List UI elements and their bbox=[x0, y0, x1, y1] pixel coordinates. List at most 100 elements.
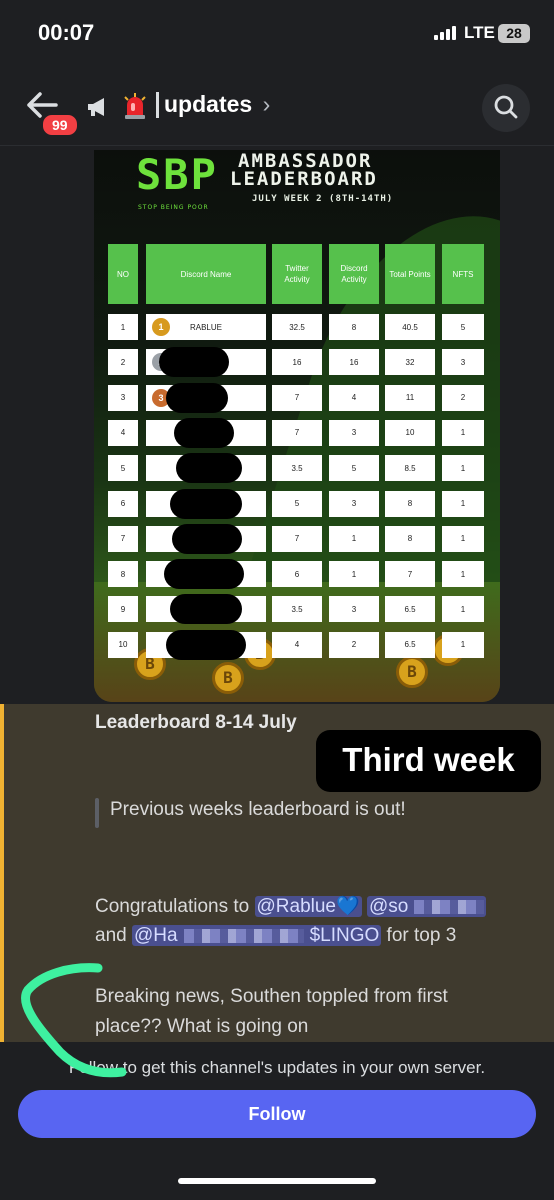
table-header-col-twitter: Twitter Activity bbox=[272, 244, 322, 304]
sbp-logo: SBP bbox=[136, 150, 218, 199]
news-line-1: Breaking news, Southen toppled from firs… bbox=[95, 986, 448, 1007]
table-cell-total: 11 bbox=[385, 384, 435, 411]
table-cell-discord: 1 bbox=[329, 525, 379, 552]
table-cell-no: 10 bbox=[108, 631, 138, 658]
table-cell-nfts: 1 bbox=[442, 419, 484, 446]
table-cell-nfts: 1 bbox=[442, 525, 484, 552]
search-button[interactable] bbox=[482, 84, 530, 132]
megaphone-icon bbox=[88, 98, 104, 116]
mention-ha[interactable]: @Ha $LINGO bbox=[131, 925, 382, 946]
redacted-name bbox=[413, 899, 484, 914]
status-bar: 00:07 LTE 28 bbox=[0, 0, 554, 70]
table-cell-discord: 8 bbox=[329, 314, 379, 340]
table-header-col-discord: Discord Activity bbox=[329, 244, 379, 304]
table-cell-nfts: 1 bbox=[442, 490, 484, 517]
follow-button[interactable]: Follow bbox=[18, 1090, 536, 1138]
redaction-mark bbox=[166, 629, 246, 660]
mention-rablue[interactable]: @Rablue💙 bbox=[254, 896, 362, 917]
table-header-col-discord-name: Discord Name bbox=[146, 244, 266, 304]
congrats-line: Congratulations to @Rablue💙 @so bbox=[95, 894, 486, 918]
redaction-mark bbox=[176, 453, 242, 484]
table-cell-no: 5 bbox=[108, 455, 138, 482]
battery-icon: 28 bbox=[498, 24, 530, 43]
table-cell-nfts: 1 bbox=[442, 561, 484, 588]
table-cell-twitter: 4 bbox=[272, 631, 322, 658]
channel-header: 99 updates › bbox=[0, 70, 554, 146]
table-cell-nfts: 2 bbox=[442, 384, 484, 411]
mention-ha-text: @Ha bbox=[133, 925, 178, 946]
table-cell-total: 8 bbox=[385, 525, 435, 552]
table-cell-total: 8.5 bbox=[385, 455, 435, 482]
redaction-mark bbox=[166, 382, 228, 413]
chevron-right-icon: › bbox=[262, 91, 271, 117]
siren-icon bbox=[124, 93, 146, 119]
table-cell-no: 8 bbox=[108, 561, 138, 588]
table-cell-nfts: 5 bbox=[442, 314, 484, 340]
table-cell-no: 4 bbox=[108, 419, 138, 446]
follow-description: Follow to get this channel's updates in … bbox=[68, 1058, 486, 1077]
table-cell-no: 9 bbox=[108, 596, 138, 623]
table-cell-no: 3 bbox=[108, 384, 138, 411]
table-cell-no: 2 bbox=[108, 349, 138, 376]
sbp-tagline: STOP BEING POOR bbox=[138, 204, 209, 211]
table-cell-nfts: 1 bbox=[442, 455, 484, 482]
leaderboard-image[interactable]: B B B B B SBP STOP BEING POOR AMBASSADOR… bbox=[94, 150, 500, 702]
table-cell-discord: 3 bbox=[329, 419, 379, 446]
mention-so[interactable]: @so bbox=[366, 896, 486, 917]
message-title: Leaderboard 8-14 July bbox=[95, 712, 297, 733]
table-cell-total: 10 bbox=[385, 419, 435, 446]
table-cell-discord: 16 bbox=[329, 349, 379, 376]
table-cell-total: 7 bbox=[385, 561, 435, 588]
table-cell-twitter: 3.5 bbox=[272, 596, 322, 623]
table-cell-no: 7 bbox=[108, 525, 138, 552]
congrats-line-2: and @Ha $LINGO for top 3 bbox=[95, 925, 456, 947]
poster-week: JULY WEEK 2 (8TH-14TH) bbox=[252, 194, 394, 204]
table-cell-nfts: 1 bbox=[442, 631, 484, 658]
divider bbox=[156, 92, 159, 118]
table-cell-twitter: 3.5 bbox=[272, 455, 322, 482]
highlight-bar bbox=[0, 704, 4, 1042]
table-cell-twitter: 7 bbox=[272, 525, 322, 552]
table-cell-twitter: 16 bbox=[272, 349, 322, 376]
table-header-col-nfts: NFTS bbox=[442, 244, 484, 304]
table-cell-twitter: 5 bbox=[272, 490, 322, 517]
redaction-mark bbox=[170, 594, 242, 625]
mention-so-text: @so bbox=[368, 896, 409, 917]
table-cell-total: 32 bbox=[385, 349, 435, 376]
medal-icon: 1 bbox=[152, 318, 170, 336]
table-cell-total: 6.5 bbox=[385, 631, 435, 658]
mention-ha-suffix: $LINGO bbox=[309, 925, 380, 946]
poster-title-line2: LEADERBOARD bbox=[230, 168, 378, 190]
blockquote-bar bbox=[95, 798, 99, 828]
channel-title[interactable]: updates › bbox=[164, 91, 270, 118]
third-week-sticker: Third week bbox=[316, 730, 541, 792]
table-cell-discord: 4 bbox=[329, 384, 379, 411]
redacted-name bbox=[183, 928, 304, 943]
table-cell-no: 6 bbox=[108, 490, 138, 517]
table-cell-twitter: 6 bbox=[272, 561, 322, 588]
redaction-mark bbox=[170, 488, 242, 519]
table-cell-total: 40.5 bbox=[385, 314, 435, 340]
congrats-suffix: for top 3 bbox=[381, 925, 457, 946]
table-cell-no: 1 bbox=[108, 314, 138, 340]
table-cell-discord: 1 bbox=[329, 561, 379, 588]
table-header-col-no: NO bbox=[108, 244, 138, 304]
table-cell-twitter: 7 bbox=[272, 419, 322, 446]
blockquote-text: Previous weeks leaderboard is out! bbox=[110, 799, 406, 820]
table-cell-discord: 3 bbox=[329, 596, 379, 623]
redaction-mark bbox=[174, 417, 234, 448]
redaction-mark bbox=[164, 559, 244, 590]
network-label: LTE bbox=[464, 23, 495, 42]
coin-icon: B bbox=[212, 662, 244, 694]
table-cell-nfts: 3 bbox=[442, 349, 484, 376]
and-word: and bbox=[95, 925, 132, 946]
home-indicator bbox=[178, 1178, 376, 1184]
redaction-mark bbox=[172, 523, 242, 554]
clock: 00:07 bbox=[38, 20, 95, 45]
news-line-2: place?? What is going on bbox=[95, 1016, 309, 1037]
table-cell-nfts: 1 bbox=[442, 596, 484, 623]
table-header-col-total: Total Points bbox=[385, 244, 435, 304]
congrats-prefix: Congratulations to bbox=[95, 896, 255, 917]
search-icon bbox=[494, 95, 518, 119]
table-cell-discord: 5 bbox=[329, 455, 379, 482]
